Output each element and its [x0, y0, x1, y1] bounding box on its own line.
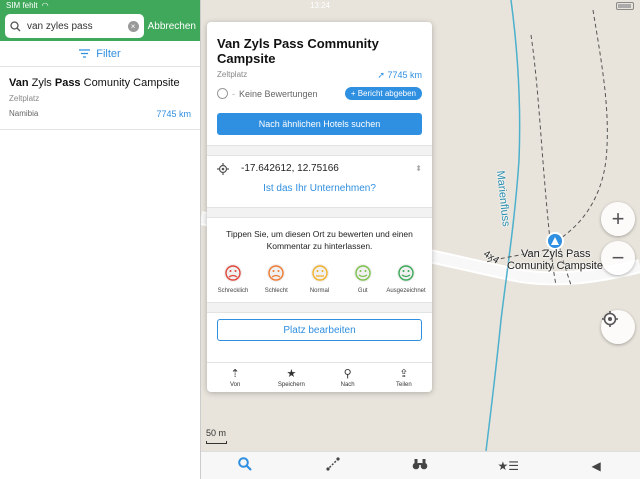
von-button[interactable]: ⇡ Von — [210, 363, 260, 392]
zoom-out-button[interactable]: − — [601, 241, 635, 275]
route-from-icon: ⇡ — [230, 368, 240, 380]
action-label: Teilen — [396, 382, 412, 388]
place-distance: ➚ 7745 km — [377, 70, 422, 80]
coordinates-row[interactable]: -17.642612, 12.75166 ⬍ — [207, 156, 432, 181]
bookmarks-list-icon: ★☰ — [497, 458, 520, 473]
scale-bar — [206, 441, 227, 444]
speichern-button[interactable]: ★ Speichern — [266, 363, 316, 392]
rating-option-label: Schlecht — [264, 288, 288, 294]
menu-tab[interactable]: ◀ — [576, 459, 616, 473]
rating-option-label: Gut — [357, 288, 368, 294]
result-type: Zeltplatz — [9, 94, 40, 103]
neutral-face-icon — [310, 264, 329, 282]
submit-report-button[interactable]: + Bericht abgeben — [344, 87, 422, 100]
action-label: Speichern — [277, 382, 305, 388]
bottom-toolbar: ★☰ ◀ — [201, 451, 640, 479]
reviews-label: Keine Bewertungen — [239, 88, 318, 99]
carrier-label: SIM fehlt — [6, 1, 38, 10]
nach-button[interactable]: ⚲ Nach — [323, 363, 373, 392]
happy-face-icon — [353, 264, 372, 282]
cancel-button[interactable]: Abbrechen — [148, 21, 196, 32]
sad-face-icon — [224, 264, 242, 282]
action-label: Von — [229, 382, 241, 388]
claim-business-link[interactable]: Ist das Ihr Unternehmen? — [207, 181, 432, 207]
search-icon — [10, 20, 21, 31]
chevron-left-icon: ◀ — [591, 458, 601, 473]
star-plus-icon: ★ — [286, 368, 297, 380]
rating-option-normal[interactable]: Normal — [300, 264, 340, 294]
rating-faces: Schrecklich Schlecht Normal Gut Ausgezeichne… — [207, 252, 432, 294]
route-to-icon: ⚲ — [343, 368, 352, 380]
rating-option-label: Schrecklich — [217, 288, 249, 294]
search-tab[interactable] — [225, 457, 265, 474]
binoculars-icon — [413, 459, 428, 470]
clock: 13:24 — [309, 1, 331, 10]
bookmarks-tab[interactable]: ★☰ — [488, 459, 528, 473]
poi-label[interactable]: Van Zyls Pass — [521, 248, 591, 260]
scale-label: 50 m — [206, 428, 227, 438]
status-bar: SIM fehlt ◠ 13:24 — [0, 0, 640, 11]
edit-place-button[interactable]: Platz bearbeiten — [217, 319, 422, 341]
divider — [207, 302, 432, 313]
rating-prompt: Tippen Sie, um diesen Ort zu bewerten un… — [226, 229, 413, 251]
rating-option-ausgezeichnet[interactable]: Ausgezeichnet — [386, 264, 426, 294]
search-result-item[interactable]: Van Zyls Pass Comunity Campsite Zeltplat… — [0, 67, 200, 130]
rating-face-icon — [217, 88, 228, 99]
action-label: Nach — [340, 382, 355, 388]
battery-icon — [616, 1, 634, 10]
divider — [207, 145, 432, 156]
route-icon — [326, 457, 340, 471]
coordinates-icon — [217, 162, 229, 175]
search-panel: van zyles pass × Abbrechen Filter Van Zy… — [0, 0, 201, 479]
search-input[interactable]: van zyles pass × — [5, 14, 144, 38]
coordinates-value: -17.642612, 12.75166 — [241, 163, 339, 174]
direction-arrow-icon: ➚ — [377, 70, 388, 80]
filter-label: Filter — [96, 47, 121, 60]
place-actions: ⇡ Von ★ Speichern ⚲ Nach ⇪ Teilen — [207, 362, 432, 392]
rating-option-schlecht[interactable]: Schlecht — [256, 264, 296, 294]
teilen-button[interactable]: ⇪ Teilen — [379, 363, 429, 392]
place-card: Van Zyls Pass Community Campsite Zeltpla… — [207, 22, 432, 392]
sad-face-icon — [267, 264, 286, 282]
wifi-icon: ◠ — [41, 1, 49, 10]
rating-option-label: Normal — [309, 288, 330, 294]
rating-option-label: Ausgezeichnet — [386, 288, 426, 294]
place-title: Van Zyls Pass Community Campsite — [217, 36, 379, 66]
result-country: Namibia — [9, 109, 39, 118]
share-icon: ⇪ — [399, 368, 409, 380]
location-target-icon — [602, 311, 618, 327]
search-query[interactable]: van zyles pass — [27, 21, 122, 32]
clear-search-icon[interactable]: × — [127, 20, 139, 32]
rating-option-gut[interactable]: Gut — [343, 264, 383, 294]
discover-tab[interactable] — [400, 458, 440, 473]
zoom-in-button[interactable]: + — [601, 202, 635, 236]
find-similar-hotels-button[interactable]: Nach ähnlichen Hotels suchen — [217, 113, 422, 135]
minus-icon: − — [611, 245, 625, 270]
filter-icon — [79, 49, 91, 58]
rating-value: - — [232, 88, 235, 99]
place-type: Zeltplatz — [217, 70, 248, 79]
my-location-button[interactable] — [601, 310, 635, 344]
result-distance: 7745 km — [156, 109, 191, 119]
route-tab[interactable] — [313, 457, 353, 474]
rating-option-schrecklich[interactable]: Schrecklich — [213, 264, 253, 294]
filter-button[interactable]: Filter — [0, 41, 200, 67]
divider — [207, 207, 432, 218]
poi-label-line-2[interactable]: Comunity Campsite — [507, 260, 603, 272]
chevron-updown-icon: ⬍ — [415, 164, 422, 173]
result-name: Van Zyls Pass Comunity Campsite — [9, 77, 180, 89]
search-icon — [238, 457, 252, 471]
plus-icon: + — [611, 206, 625, 231]
happy-face-icon — [397, 264, 415, 282]
